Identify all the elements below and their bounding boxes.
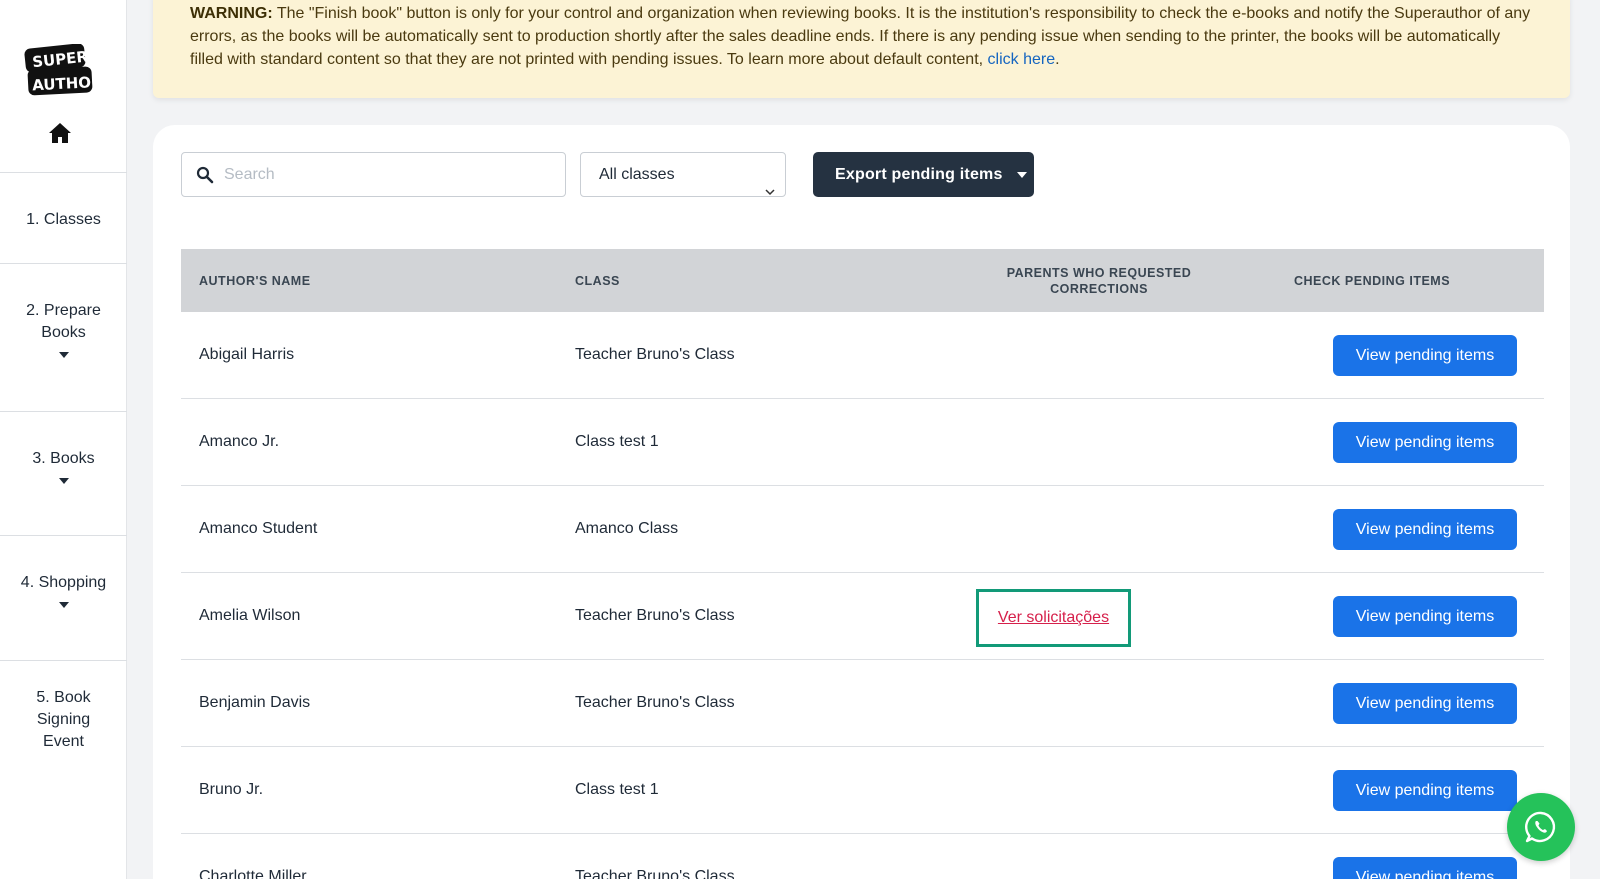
view-pending-items-button[interactable]: View pending items [1333,596,1517,637]
class-filter-value: All classes [599,166,675,183]
sidebar-item-label: 3. Books [32,450,95,467]
class-filter-select[interactable]: All classes [580,152,786,197]
table-row: Amelia Wilson Teacher Bruno's Class Ver … [181,573,1544,660]
sidebar-item-classes[interactable]: 1. Classes [0,172,127,264]
column-header-author: AUTHOR'S NAME [199,273,311,288]
view-pending-items-button[interactable]: View pending items [1333,683,1517,724]
export-button-label: Export pending items [835,166,1003,183]
default-content-link[interactable]: click here [988,51,1056,68]
warning-banner: WARNING: The "Finish book" button is onl… [153,0,1570,98]
column-header-check: CHECK PENDING ITEMS [1294,273,1451,288]
caret-down-icon [1017,172,1027,178]
whatsapp-button[interactable] [1507,793,1575,861]
export-pending-items-button[interactable]: Export pending items [813,152,1034,197]
class-name: Teacher Bruno's Class [575,868,735,879]
author-name: Amelia Wilson [199,607,301,624]
view-pending-items-button[interactable]: View pending items [1333,422,1517,463]
table-row: Abigail Harris Teacher Bruno's Class Vie… [181,312,1544,399]
table-header: AUTHOR'S NAME CLASS PARENTS WHO REQUESTE… [181,249,1544,312]
warning-text: The "Finish book" button is only for you… [190,5,1531,68]
author-name: Charlotte Miller [199,868,307,879]
export-dropdown-toggle[interactable] [1010,152,1034,197]
sidebar-item-label: 4. Shopping [20,574,107,591]
column-header-class: CLASS [575,273,620,288]
author-name: Benjamin Davis [199,694,311,711]
sidebar-item-label: 1. Classes [26,211,101,228]
table-row: Benjamin Davis Teacher Bruno's Class Vie… [181,660,1544,747]
class-name: Teacher Bruno's Class [575,346,735,363]
whatsapp-icon [1525,811,1556,843]
warning-prefix: WARNING: [190,5,273,22]
chevron-down-icon [765,170,775,196]
search-icon [196,166,214,184]
caret-down-icon [58,352,69,358]
table-row: Amanco Jr. Class test 1 View pending ite… [181,399,1544,486]
author-name: Amanco Jr. [199,433,280,450]
svg-text:AUTHOR: AUTHOR [32,73,94,95]
class-name: Class test 1 [575,781,659,798]
sidebar-item-books[interactable]: 3. Books [0,411,127,536]
caret-down-icon [58,478,69,484]
column-header-parents: PARENTS WHO REQUESTED CORRECTIONS [1006,265,1192,296]
class-name: Class test 1 [575,433,659,450]
sidebar-item-shopping[interactable]: 4. Shopping [0,535,127,660]
author-name: Amanco Student [199,520,318,537]
view-requests-link[interactable]: Ver solicitações [979,592,1128,644]
caret-down-icon [58,602,69,608]
table-row: Charlotte Miller Teacher Bruno's Class V… [181,834,1544,879]
warning-suffix: . [1055,51,1060,68]
class-name: Teacher Bruno's Class [575,694,735,711]
author-name: Abigail Harris [199,346,295,363]
sidebar-item-book-signing-event[interactable]: 5. Book Signing Event [0,660,127,879]
view-pending-items-button[interactable]: View pending items [1333,857,1517,879]
author-name: Bruno Jr. [199,781,264,798]
home-icon[interactable] [48,122,72,144]
highlight-box: Ver solicitações [976,589,1131,647]
table-row: Bruno Jr. Class test 1 View pending item… [181,747,1544,834]
view-pending-items-button[interactable]: View pending items [1333,509,1517,550]
sidebar-item-label: 2. Prepare Books [26,302,101,341]
sidebar: SUPER AUTHOR 1. Classes 2. Prepare Books… [0,0,127,879]
class-name: Teacher Bruno's Class [575,607,735,624]
sidebar-item-label: 5. Book Signing Event [36,689,91,750]
search-input[interactable] [224,153,554,196]
view-pending-items-button[interactable]: View pending items [1333,335,1517,376]
super-author-logo[interactable]: SUPER AUTHOR [24,43,103,96]
sidebar-item-prepare-books[interactable]: 2. Prepare Books [0,263,127,412]
class-name: Amanco Class [575,520,679,537]
view-pending-items-button[interactable]: View pending items [1333,770,1517,811]
search-field[interactable] [181,152,566,197]
table-row: Amanco Student Amanco Class View pending… [181,486,1544,573]
